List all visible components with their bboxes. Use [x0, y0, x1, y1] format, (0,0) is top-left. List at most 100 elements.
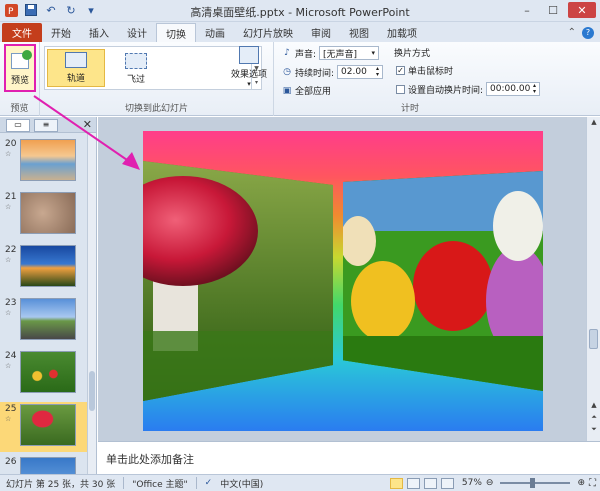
- previous-slide-icon[interactable]: ⏶: [587, 413, 600, 425]
- slide-thumb-22[interactable]: 22 ☆: [0, 243, 88, 293]
- zoom-level[interactable]: 57%: [462, 478, 482, 488]
- transition-orbit[interactable]: 轨道: [47, 49, 105, 87]
- slide-thumb-21[interactable]: 21 ☆: [0, 190, 88, 240]
- zoom-slider[interactable]: [500, 478, 571, 488]
- slide-number: 23: [5, 298, 17, 308]
- reading-view-button[interactable]: [423, 477, 437, 489]
- transition-orbit-label: 轨道: [66, 74, 85, 84]
- pane-scroll-thumb[interactable]: [89, 371, 95, 411]
- slide-editing-area: [98, 117, 586, 441]
- help-icon[interactable]: ?: [582, 26, 594, 39]
- spinner-icon[interactable]: ▴ ▾: [533, 83, 536, 95]
- slide-canvas[interactable]: [143, 131, 543, 431]
- close-button[interactable]: ✕: [568, 2, 596, 18]
- apply-all-button[interactable]: ▣ 全部应用: [282, 84, 332, 98]
- title-bar: P ↶ ↻ ▾ 高清桌面壁纸.pptx - Microsoft PowerPoi…: [0, 0, 600, 22]
- after-value: 00:00.00: [490, 84, 531, 94]
- after-input[interactable]: 00:00.00 ▴ ▾: [486, 82, 541, 96]
- tab-animations[interactable]: 动画: [196, 23, 234, 42]
- slide-number: 25: [5, 404, 17, 414]
- tab-addins[interactable]: 加载项: [378, 23, 426, 42]
- eggs-picture: [343, 171, 543, 391]
- slideshow-button[interactable]: [440, 477, 454, 489]
- tab-review[interactable]: 审阅: [302, 23, 340, 42]
- slide-thumb-26[interactable]: 26: [0, 455, 88, 474]
- effect-options-button[interactable]: 效果选项 ▾: [230, 46, 268, 94]
- tab-file[interactable]: 文件: [2, 23, 42, 42]
- duration-row: ◷ 持续时间: 02.00 ▴ ▾: [282, 65, 384, 79]
- slide-count: 幻灯片 第 25 张，共 30 张: [6, 479, 116, 490]
- transition-star-icon: ☆: [5, 150, 12, 158]
- orbit-icon: [65, 52, 87, 68]
- preview-label: 预览: [10, 76, 29, 86]
- language[interactable]: 中文(中国): [220, 477, 263, 490]
- zoom-in-icon[interactable]: ⊕: [577, 478, 585, 488]
- main-scroll-thumb[interactable]: [589, 329, 598, 349]
- status-bar: 幻灯片 第 25 张，共 30 张 "Office 主题" ✓ 中文(中国) 5…: [0, 474, 600, 491]
- slide-thumb-25[interactable]: 25 ☆: [0, 402, 88, 452]
- sound-value: [无声音]: [323, 49, 358, 60]
- duration-value: 02.00: [341, 67, 367, 77]
- spellcheck-icon[interactable]: ✓: [205, 478, 213, 488]
- slide-thumb-20[interactable]: 20 ☆: [0, 137, 88, 187]
- mushroom-image: [143, 161, 333, 401]
- minimize-button[interactable]: –: [516, 2, 538, 18]
- on-click-checkbox[interactable]: ✓: [396, 66, 405, 75]
- tab-design[interactable]: 设计: [118, 23, 156, 42]
- slides-tab[interactable]: ▭: [6, 119, 30, 132]
- transition-star-icon: ☆: [5, 362, 12, 370]
- sound-row: ♪ 声音: [无声音] ▾: [282, 46, 380, 60]
- outline-tab[interactable]: ≡: [34, 119, 58, 132]
- zoom-slider-knob[interactable]: [530, 478, 536, 488]
- tab-home[interactable]: 开始: [42, 23, 80, 42]
- tab-insert[interactable]: 插入: [80, 23, 118, 42]
- easter-eggs-image: [343, 171, 543, 391]
- on-click-label: 单击鼠标时: [408, 67, 454, 77]
- zoom-out-icon[interactable]: ⊖: [486, 478, 494, 488]
- scroll-up-icon[interactable]: ▲: [587, 401, 600, 413]
- next-slide-icon[interactable]: ⏷: [587, 425, 600, 437]
- effect-options-icon: [239, 46, 259, 64]
- close-icon[interactable]: ✕: [83, 118, 92, 131]
- slide-thumb-23[interactable]: 23 ☆: [0, 296, 88, 346]
- tab-view[interactable]: 视图: [340, 23, 378, 42]
- pane-scrollbar[interactable]: [87, 133, 96, 474]
- slide-thumb-24[interactable]: 24 ☆: [0, 349, 88, 399]
- on-click-row[interactable]: ✓ 单击鼠标时: [396, 64, 453, 77]
- slide-number: 24: [5, 351, 17, 361]
- tab-slideshow[interactable]: 幻灯片放映: [234, 23, 302, 42]
- normal-view-button[interactable]: [389, 477, 403, 489]
- sound-select[interactable]: [无声音] ▾: [319, 46, 380, 60]
- window-title: 高清桌面壁纸.pptx - Microsoft PowerPoint: [190, 6, 410, 19]
- pane-header: ▭ ≡ ✕: [0, 117, 96, 133]
- slide-number: 26: [5, 457, 17, 467]
- spinner-icon[interactable]: ▴ ▾: [376, 66, 379, 78]
- mushroom-picture: [143, 161, 333, 401]
- slide-image: [20, 245, 76, 287]
- slide-image: [20, 457, 76, 474]
- notes-placeholder: 单击此处添加备注: [106, 453, 194, 466]
- preview-group-label: 预览: [10, 104, 29, 114]
- ribbon-tabs: 文件 开始 插入 设计 切换 动画 幻灯片放映 审阅 视图 加载项 ⌃ ?: [0, 22, 600, 42]
- theme-name[interactable]: "Office 主题": [132, 477, 187, 490]
- fit-window-icon[interactable]: ⛶: [589, 478, 596, 489]
- slide-sorter-button[interactable]: [406, 477, 420, 489]
- duration-label: 持续时间:: [295, 68, 335, 79]
- after-checkbox[interactable]: [396, 84, 405, 94]
- flythrough-icon: [125, 53, 147, 69]
- notes-pane[interactable]: 单击此处添加备注: [98, 441, 600, 474]
- apply-all-label: 全部应用: [295, 87, 332, 97]
- main-scrollbar[interactable]: ▲ ▲ ⏶ ⏷: [586, 117, 600, 441]
- tab-transitions[interactable]: 切换: [156, 23, 196, 42]
- timing-group: ♪ 声音: [无声音] ▾ ◷ 持续时间: 02.00 ▴ ▾ ▣ 全部应用 换片…: [274, 42, 546, 116]
- slide-image: [20, 298, 76, 340]
- duration-input[interactable]: 02.00 ▴ ▾: [337, 65, 384, 79]
- transition-star-icon: ☆: [5, 256, 12, 264]
- transition-flythrough[interactable]: 飞过: [107, 49, 165, 87]
- scroll-up-icon[interactable]: ▲: [587, 118, 600, 130]
- collapse-ribbon-icon[interactable]: ⌃: [568, 27, 576, 38]
- slide-number: 22: [5, 245, 17, 255]
- advance-title: 换片方式: [394, 46, 430, 59]
- preview-button[interactable]: 预览: [4, 44, 36, 92]
- maximize-button[interactable]: ☐: [542, 2, 564, 18]
